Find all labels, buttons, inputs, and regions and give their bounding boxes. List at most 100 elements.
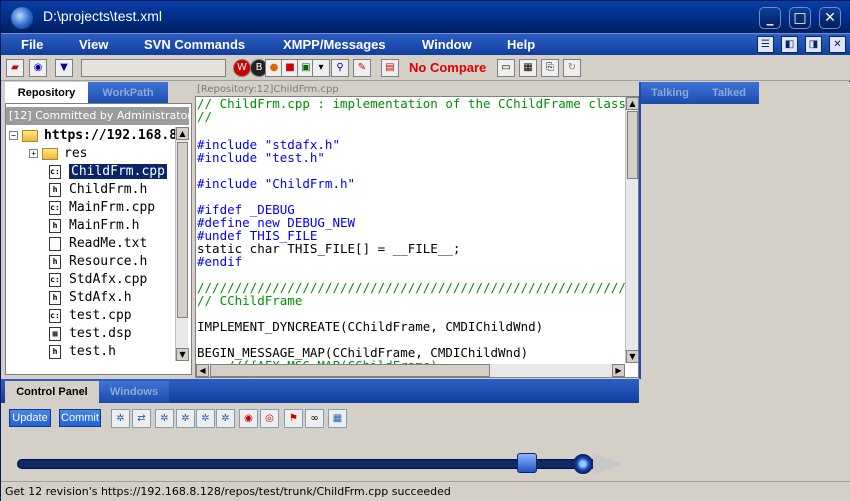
tree-item[interactable]: h ChildFrm.h [49,181,147,199]
restore-right-icon[interactable]: ◨ [805,36,822,53]
h-file-icon: h [49,182,61,197]
update-button[interactable]: Update [9,409,51,427]
menu-help[interactable]: Help [507,37,535,52]
open-folder-icon[interactable]: ▰ [6,59,24,77]
tree-item[interactable]: c: StdAfx.cpp [49,271,147,289]
chat-panel [639,82,850,379]
network-icon[interactable]: ✲ [111,409,130,428]
restore-left-icon[interactable]: ◧ [781,36,798,53]
sync-icon-2[interactable]: ✲ [176,409,195,428]
editor-scroll-thumb[interactable] [627,111,638,179]
tab-repository[interactable]: Repository [5,82,88,104]
link-icon[interactable]: ∞ [305,409,324,428]
tree-item[interactable]: h MainFrm.h [49,217,139,235]
tree-item[interactable]: h StdAfx.h [49,289,132,307]
search-user-icon[interactable]: ◎ [260,409,279,428]
editor-scroll-left-icon[interactable]: ◀ [196,364,209,377]
svn-update-icon[interactable]: W [233,59,251,77]
tree-item[interactable]: ▦ test.dsp [49,325,132,343]
scroll-thumb[interactable] [177,142,188,318]
filter-icon[interactable]: ▼ [55,59,73,77]
tree-item[interactable]: ReadMe.txt [49,235,147,253]
record-icon[interactable]: ◉ [239,409,258,428]
expand-icon[interactable]: + [29,149,38,158]
tree-item[interactable]: + res [29,145,87,163]
sync-icon-4[interactable]: ✲ [216,409,235,428]
menu-bar: File View SVN Commands XMPP/Messages Win… [1,33,850,55]
commit-button[interactable]: Commit [59,409,101,427]
editor-scroll-right-icon[interactable]: ▶ [612,364,625,377]
export-icon[interactable]: ⎘ [541,59,559,77]
compare-mode-label[interactable]: No Compare [409,60,486,75]
title-bar: D:\projects\test.xml _ □ ✕ [1,1,850,33]
find-replace-icon[interactable]: ✎ [353,59,371,77]
flag-icon[interactable]: ⚑ [284,409,303,428]
dropdown-arrow-icon[interactable]: ▾ [312,59,330,77]
repository-caption: [12] Committed by Administrator a... [6,107,189,125]
tree-item-label: ChildFrm.h [69,182,148,197]
repository-tree: −https://192.168.8.128/repos/test/trunk … [7,127,175,363]
editor-scroll-down-icon[interactable]: ▼ [626,350,639,363]
close-button[interactable]: ✕ [819,7,841,29]
path-input[interactable] [81,59,226,77]
tab-talked[interactable]: Talked [699,82,759,104]
revision-slider-thumb[interactable] [517,453,538,473]
tab-talking[interactable]: Talking [641,82,699,104]
maximize-button[interactable]: □ [789,7,811,29]
collapse-icon[interactable]: − [9,131,18,140]
code-line: #endif [197,254,243,269]
menu-file[interactable]: File [21,37,43,52]
close-document-icon[interactable]: ✕ [829,36,846,53]
calendar-icon[interactable]: ▦ [328,409,347,428]
transfer-icon[interactable]: ⇄ [132,409,151,428]
scroll-down-icon[interactable]: ▼ [176,348,189,361]
toolbar: ▰ ◉ ▼ W B ● ■ ▣ ▾ ⚲ ✎ ▤ No Compare ▭ ▦ ⎘… [1,55,850,81]
editor-vscrollbar[interactable]: ▲ ▼ [625,97,639,363]
cpp-file-icon: c: [49,164,61,179]
sync-icon-3[interactable]: ✲ [196,409,215,428]
menu-window[interactable]: Window [422,37,472,52]
browse-icon[interactable]: ◉ [29,59,47,77]
code-line: IMPLEMENT_DYNCREATE(CChildFrame, CMDIChi… [197,319,544,334]
print-icon[interactable]: ▦ [519,59,537,77]
tree-root[interactable]: − https://192.168.8.128/repos/test/trunk [9,127,175,145]
code-view[interactable]: // ChildFrm.cpp : implementation of the … [197,97,625,365]
tree-item-label: ChildFrm.cpp [69,164,167,179]
editor-scroll-up-icon[interactable]: ▲ [626,97,639,110]
tree-item-label: test.cpp [69,308,132,323]
tree-item[interactable]: c: ChildFrm.cpp [49,163,167,181]
tree-item-label: test.h [69,344,116,359]
revision-slider-track[interactable] [17,459,597,469]
editor-hscroll-thumb[interactable] [210,364,490,377]
tab-windows[interactable]: Windows [99,381,169,403]
search-icon[interactable]: ⚲ [331,59,349,77]
h-file-icon: h [49,218,61,233]
tree-item-label: Resource.h [69,254,148,269]
tree-item[interactable]: h Resource.h [49,253,147,271]
tree-item[interactable]: c: MainFrm.cpp [49,199,155,217]
code-line: // [197,109,213,124]
cpp-file-icon: c: [49,308,61,323]
tree-item[interactable]: c: test.cpp [49,307,132,325]
code-line: #include "ChildFrm.h" [197,176,356,191]
sync-icon-1[interactable]: ✲ [155,409,174,428]
tree-item[interactable]: h test.h [49,343,116,361]
compare-icon[interactable]: ▤ [381,59,399,77]
tile-windows-icon[interactable]: ☰ [757,36,774,53]
menu-xmpp-messages[interactable]: XMPP/Messages [283,37,386,52]
menu-view[interactable]: View [79,37,108,52]
slider-end-knob[interactable] [573,454,593,474]
side-by-side-icon[interactable]: ▭ [497,59,515,77]
refresh-icon[interactable]: ↻ [563,59,581,77]
scroll-up-icon[interactable]: ▲ [176,127,189,140]
minimize-button[interactable]: _ [759,7,781,29]
slider-arrow-icon[interactable] [593,453,623,475]
tree-item-label: res [64,146,88,161]
editor-hscrollbar[interactable]: ◀ ▶ [196,364,625,377]
tree-scrollbar[interactable]: ▲ ▼ [175,127,189,361]
tab-control-panel[interactable]: Control Panel [5,381,99,403]
menu-svn-commands[interactable]: SVN Commands [144,37,245,52]
tab-workpath[interactable]: WorkPath [88,82,168,104]
control-panel: Update Commit ✲ ⇄ ✲ ✲ ✲ ✲ ◉ ◎ ⚑ ∞ ▦ [1,403,639,481]
txt-file-icon [49,236,61,251]
